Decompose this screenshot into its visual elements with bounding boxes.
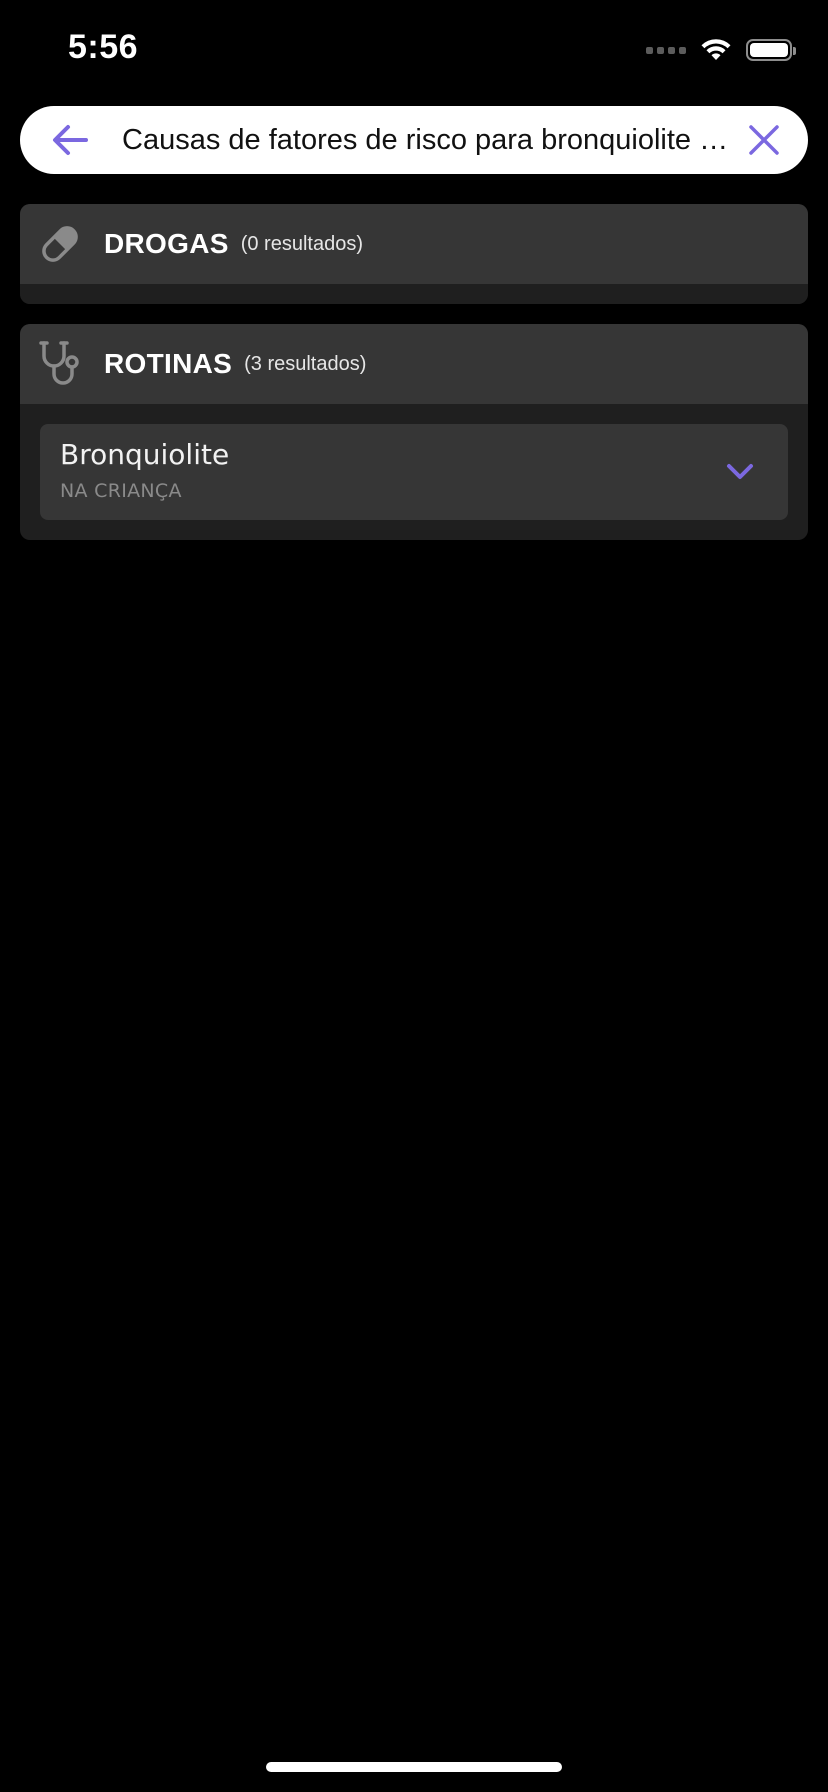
result-subtitle: NA CRIANÇA: [60, 480, 182, 502]
status-icons: [646, 36, 796, 64]
section-drugs: DROGAS (0 resultados): [20, 204, 808, 304]
result-title: Bronquiolite: [60, 438, 230, 471]
section-title: ROTINAS: [104, 348, 233, 379]
list-item-bronquiolite[interactable]: Bronquiolite NA CRIANÇA: [40, 424, 788, 520]
back-button[interactable]: [36, 106, 104, 174]
section-count: (3 resultados): [244, 352, 367, 375]
expand-button[interactable]: [720, 452, 760, 492]
wifi-icon: [701, 39, 731, 60]
section-title: DROGAS: [104, 228, 229, 259]
section-routines: ROTINAS (3 resultados) Bronquiolite NA C…: [20, 324, 808, 540]
section-body-empty: [20, 284, 808, 304]
arrow-left-icon: [53, 125, 88, 155]
pill-icon: [36, 220, 84, 268]
close-icon: [749, 125, 779, 155]
section-header-drugs[interactable]: DROGAS (0 resultados): [20, 204, 808, 284]
section-count: (0 resultados): [240, 232, 363, 255]
signal-dots-icon: [646, 46, 686, 54]
stethoscope-icon: [36, 340, 84, 388]
section-header-routines[interactable]: ROTINAS (3 resultados): [20, 324, 808, 404]
status-time: 5:56: [68, 28, 139, 66]
clear-search-button[interactable]: [734, 106, 794, 174]
chevron-down-icon: [727, 464, 753, 479]
search-input[interactable]: Causas de fatores de risco para bronquio…: [122, 124, 734, 157]
status-bar: 5:56: [0, 0, 828, 100]
battery-icon: [746, 39, 796, 61]
search-bar: Causas de fatores de risco para bronquio…: [20, 106, 808, 174]
home-indicator[interactable]: [266, 1762, 562, 1772]
